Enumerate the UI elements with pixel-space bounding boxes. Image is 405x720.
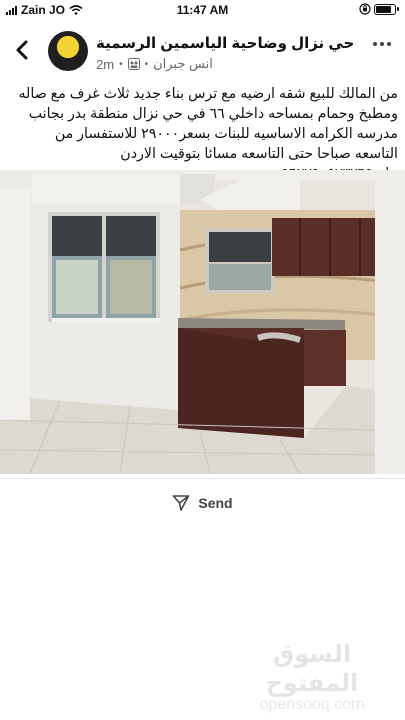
divider (0, 478, 405, 479)
send-icon (173, 495, 190, 511)
status-bar: Zain JO 11:47 AM (0, 0, 405, 20)
battery-icon (374, 3, 399, 15)
back-icon (16, 40, 28, 60)
post-meta: 2m • • انس جبران (96, 56, 213, 72)
orientation-lock-icon (359, 3, 371, 15)
groups-icon (127, 58, 140, 70)
status-right (359, 3, 399, 15)
status-time: 11:47 AM (176, 3, 229, 17)
post-photo[interactable] (0, 170, 405, 474)
post-header: حي نزال وضاحية الياسمين الرسمية 2m • • ا… (0, 28, 405, 80)
more-icon (373, 42, 377, 46)
watermark-english: opensooq.com (259, 696, 365, 713)
more-options-button[interactable] (373, 42, 391, 46)
kitchen-photo (0, 170, 405, 474)
page-name[interactable]: حي نزال وضاحية الياسمين الرسمية (96, 34, 354, 52)
author-name[interactable]: انس جبران (153, 56, 213, 72)
back-button[interactable] (10, 38, 34, 62)
watermark-arabic: السوق المفتوح (265, 641, 359, 697)
opensooq-watermark: السوق المفتوح opensooq.com (232, 640, 392, 713)
meta-separator: • (119, 58, 123, 70)
send-label: Send (198, 495, 233, 511)
avatar[interactable] (48, 31, 88, 71)
post-text: من المالك للبيع شقه ارضيه مع ترس بناء جد… (18, 86, 398, 182)
time-ago: 2m (96, 56, 115, 72)
meta-separator: • (144, 58, 149, 70)
send-button[interactable]: Send (0, 488, 405, 518)
